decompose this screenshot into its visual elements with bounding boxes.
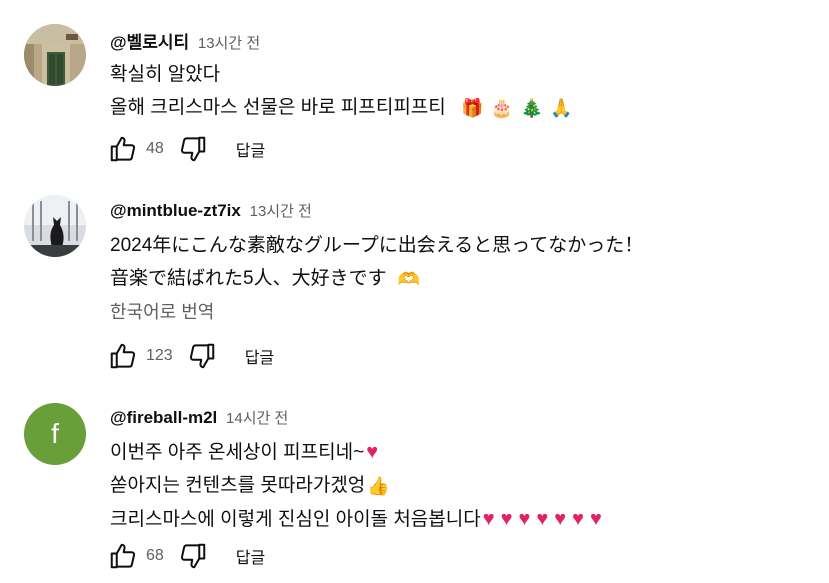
translate-link[interactable]: 한국어로 번역 <box>110 298 214 324</box>
thumbs-up-icon[interactable] <box>108 541 138 571</box>
comment-text-line: 쏟아지는 컨텐츠를 못따라가겠엉 👍 <box>110 469 602 503</box>
heart-icon: ♥ <box>366 441 379 463</box>
thumbs-up-icon[interactable] <box>108 134 138 164</box>
avatar[interactable] <box>24 195 86 257</box>
reply-button[interactable]: 답글 <box>236 544 265 568</box>
folded-hands-icon: 🙏 <box>550 98 573 118</box>
comment-time[interactable]: 13시간 전 <box>198 35 260 52</box>
comment-text-line: 2024年にこんな素敵なグループに出会えると思ってなかった！ <box>110 235 644 256</box>
comment-text-line: 音楽で結ばれた5人、大好きです 🫶 <box>110 262 643 296</box>
thumbs-down-icon[interactable] <box>178 134 208 164</box>
comment-text-line: 이번주 아주 온세상이 피프티네~ ♥ <box>110 441 379 463</box>
comment-time[interactable]: 13시간 전 <box>250 203 312 220</box>
heart-icon: ♥ <box>572 508 584 530</box>
comment-author[interactable]: @벨로시티 <box>110 33 189 52</box>
comment-author[interactable]: @mintblue-zt7ix <box>110 201 241 220</box>
heart-icon: ♥ <box>518 508 531 530</box>
thumbs-up-emoji-icon: 👍 <box>367 476 390 496</box>
comment-time[interactable]: 14시간 전 <box>226 410 288 427</box>
avatar[interactable] <box>24 24 86 86</box>
reply-button[interactable]: 답글 <box>245 344 274 368</box>
comment-text-line: 올해 크리스마스 선물은 바로 피프티피프티 🎁 🎂 🎄 🙏 <box>110 91 573 125</box>
avatar-letter: f <box>51 418 59 449</box>
comment-text-line: 크리스마스에 이렇게 진심인 아이돌 처음봅니다 ♥ ♥ ♥ ♥ ♥ ♥ ♥ <box>110 508 602 530</box>
like-count: 48 <box>146 140 164 157</box>
comment-author[interactable]: @fireball-m2l <box>110 408 217 427</box>
heart-hands-icon: 🫶 <box>397 269 421 289</box>
like-count: 68 <box>146 547 164 564</box>
gift-icon: 🎁 <box>461 98 484 118</box>
heart-icon: ♥ <box>589 508 602 530</box>
heart-icon: ♥ <box>536 508 549 530</box>
like-count: 123 <box>146 347 173 364</box>
avatar[interactable]: f <box>24 403 86 465</box>
heart-icon: ♥ <box>500 508 513 530</box>
heart-icon: ♥ <box>554 508 567 530</box>
thumbs-down-icon[interactable] <box>178 541 208 571</box>
reply-button[interactable]: 답글 <box>236 137 265 161</box>
heart-icon: ♥ <box>482 508 495 530</box>
thumbs-up-icon[interactable] <box>108 341 138 371</box>
thumbs-down-icon[interactable] <box>187 341 217 371</box>
cake-icon: 🎂 <box>490 98 514 118</box>
christmas-tree-icon: 🎄 <box>520 98 543 118</box>
comment-text-line: 확실히 알았다 <box>110 64 221 85</box>
